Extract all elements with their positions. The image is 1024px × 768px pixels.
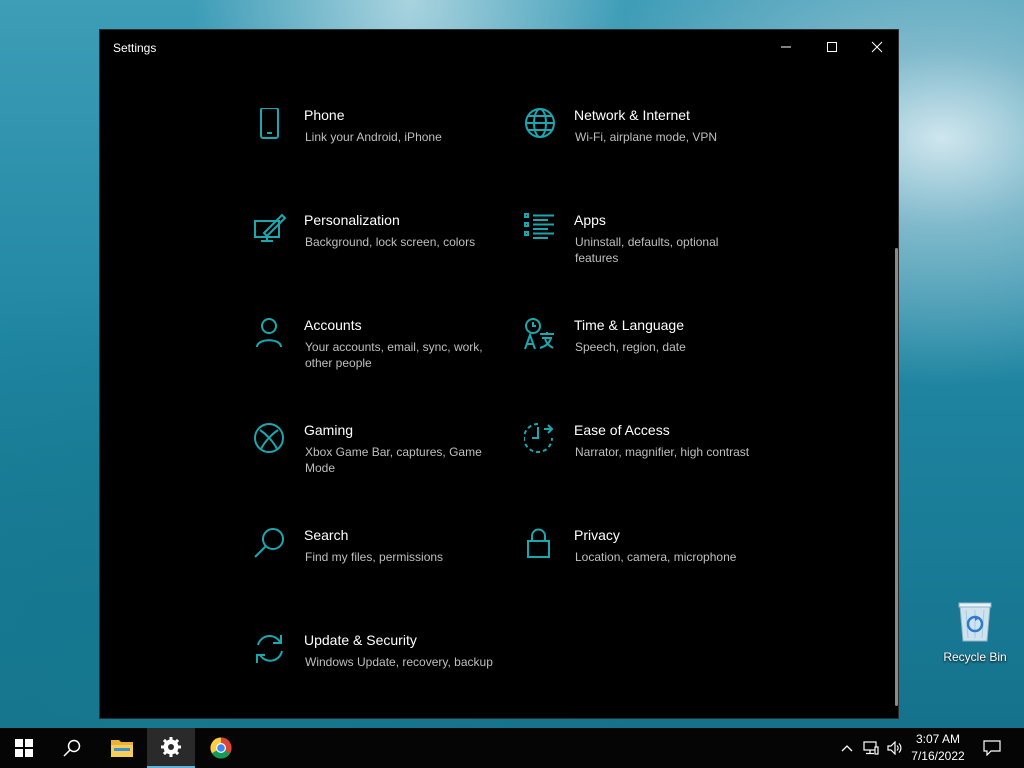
tile-title: Update & Security — [304, 632, 417, 648]
close-icon — [871, 41, 883, 53]
chrome-icon — [210, 737, 232, 759]
maximize-icon — [827, 42, 837, 52]
tile-title: Time & Language — [574, 317, 684, 333]
search-icon — [254, 528, 288, 562]
tile-title: Apps — [574, 212, 606, 228]
tile-title: Search — [304, 527, 349, 543]
show-hidden-icons-button[interactable] — [836, 728, 858, 768]
network-monitor-icon — [863, 741, 879, 755]
network-button[interactable] — [860, 728, 882, 768]
minimize-button[interactable] — [763, 30, 809, 64]
volume-button[interactable] — [884, 728, 906, 768]
personalization-icon — [254, 213, 288, 247]
system-clock[interactable]: 3:07 AM 7/16/2022 — [906, 731, 970, 765]
start-button[interactable] — [0, 728, 48, 768]
settings-window: Settings Phone Link your Android, iPhone… — [99, 29, 899, 719]
taskbar: 3:07 AM 7/16/2022 — [0, 728, 1024, 768]
windows-start-icon — [15, 739, 33, 757]
tile-description: Location, camera, microphone — [575, 550, 737, 564]
tile-description: Uninstall, defaults, optional features — [575, 235, 719, 265]
apps-list-icon — [524, 213, 558, 247]
tile-title: Privacy — [574, 527, 620, 543]
window-title: Settings — [113, 41, 157, 55]
notification-icon — [983, 740, 1001, 756]
tile-title: Ease of Access — [574, 422, 670, 438]
minimize-icon — [781, 46, 791, 48]
time-language-icon — [524, 318, 558, 352]
phone-icon — [254, 107, 288, 142]
tile-description: Speech, region, date — [575, 340, 686, 354]
tile-description: Link your Android, iPhone — [305, 130, 442, 144]
tile-description: Windows Update, recovery, backup — [305, 655, 493, 669]
file-explorer-icon — [111, 740, 133, 757]
close-button[interactable] — [854, 30, 900, 64]
tile-title: Gaming — [304, 422, 354, 438]
settings-taskbar-button[interactable] — [147, 728, 195, 768]
action-center-button[interactable] — [978, 728, 1006, 768]
tile-description: Wi-Fi, airplane mode, VPN — [575, 130, 718, 144]
file-explorer-button[interactable] — [98, 728, 146, 768]
search-icon — [63, 739, 81, 757]
scrollbar[interactable] — [895, 248, 898, 706]
sync-icon — [254, 633, 288, 667]
globe-icon — [524, 108, 558, 142]
tile-description: Your accounts, email, sync, work, other … — [305, 340, 483, 370]
speaker-icon — [887, 741, 902, 755]
tile-title: Phone — [304, 107, 345, 123]
recycle-bin-label: Recycle Bin — [943, 650, 1007, 664]
settings-gear-icon — [161, 737, 181, 757]
tile-description: Background, lock screen, colors — [305, 235, 476, 249]
tile-description: Find my files, permissions — [305, 550, 444, 564]
tile-title: Personalization — [304, 212, 400, 228]
clock-date: 7/16/2022 — [911, 749, 965, 763]
chevron-up-icon — [841, 745, 853, 752]
chrome-button[interactable] — [197, 728, 245, 768]
clock-time: 3:07 AM — [915, 732, 961, 746]
tile-description: Narrator, magnifier, high contrast — [575, 445, 750, 459]
taskbar-search-button[interactable] — [48, 728, 96, 768]
recycle-bin-icon — [957, 600, 993, 642]
maximize-button[interactable] — [809, 30, 855, 64]
xbox-icon — [254, 423, 288, 457]
tile-title: Accounts — [304, 317, 362, 333]
recycle-bin-desktop-icon[interactable]: Recycle Bin — [940, 600, 1010, 664]
tile-description: Xbox Game Bar, captures, Game Mode — [305, 445, 482, 475]
person-icon — [254, 318, 288, 352]
title-bar[interactable]: Settings — [100, 30, 898, 64]
ease-of-access-icon — [523, 423, 558, 457]
lock-icon — [524, 528, 558, 562]
tile-title: Network & Internet — [574, 107, 690, 123]
